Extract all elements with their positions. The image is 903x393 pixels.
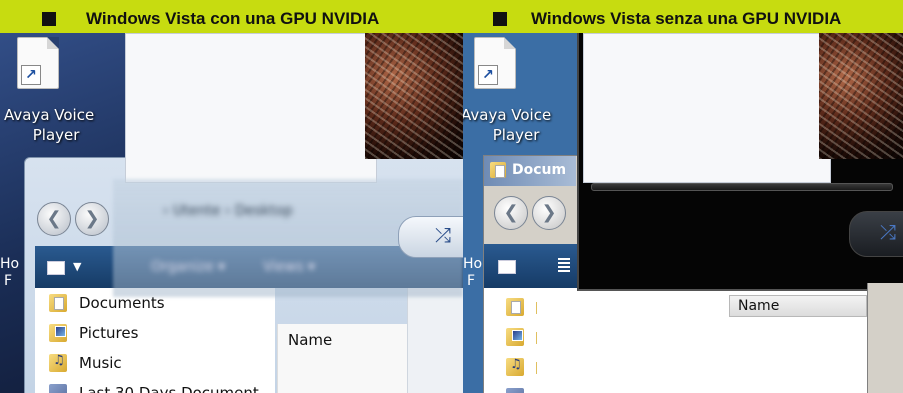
navigation-pane: Documents Pictures Music Last 30 Days Do… (35, 288, 275, 393)
music-folder-icon (49, 353, 67, 372)
vista-desktop: ↗ Avaya Voice Player Ho F ❮ ❯ ▼ Document… (0, 33, 463, 393)
side-label-line1: Ho (0, 256, 20, 272)
panel-heading-bar: Windows Vista senza una GPU NVIDIA (463, 0, 903, 33)
nav-item-label: Last 30 Days Document (79, 384, 259, 393)
panel-with-nvidia: Windows Vista con una GPU NVIDIA ↗ Avaya… (0, 0, 463, 393)
search-folder-icon[interactable] (506, 388, 524, 393)
side-label-line2: F (467, 273, 476, 289)
desktop-side-label: Ho F (463, 256, 482, 290)
folder-icon (490, 162, 506, 178)
forward-button[interactable]: ❯ (532, 196, 566, 230)
side-label-line1: Ho (463, 256, 483, 272)
nav-item-last-30-days[interactable]: Last 30 Days Document (49, 380, 259, 393)
shuffle-icon: ⤮ (880, 220, 896, 244)
player-content-area (125, 33, 377, 183)
side-label-line2: F (4, 273, 13, 289)
forward-button[interactable]: ❯ (75, 202, 109, 236)
desktop-icon-label-line2: Player (492, 126, 540, 144)
shortcut-arrow-icon: ↗ (21, 65, 41, 85)
seek-bar[interactable] (591, 183, 893, 191)
nav-item-label: Music (79, 354, 122, 372)
documents-folder-icon (49, 294, 67, 312)
pictures-folder-icon (49, 324, 67, 342)
nav-item-label: Pictures (79, 324, 139, 342)
truncated-label-marker (536, 332, 537, 344)
classic-desktop: ↗ Avaya Voice Player Ho F Docum ❮ ❯ ♫ ⤮ … (463, 33, 903, 393)
bullet-square-icon (493, 12, 507, 26)
album-art-image (819, 33, 903, 159)
views-chevron-icon[interactable]: ▼ (73, 260, 81, 273)
player-content-area (583, 33, 831, 183)
desktop-icon-label-line2: Player (32, 126, 80, 144)
views-icon[interactable] (47, 261, 65, 275)
truncated-label-marker (536, 362, 537, 374)
column-header-label: Name (738, 298, 780, 314)
nav-item-music[interactable]: Music (49, 350, 122, 376)
details-pane (407, 288, 463, 393)
bullet-square-icon (42, 12, 56, 26)
nav-item-pictures[interactable]: Pictures (49, 320, 138, 346)
search-folder-icon (49, 384, 67, 393)
explorer-side-area (867, 283, 903, 393)
file-list-pane: Name (277, 324, 408, 393)
shuffle-icon: ⤮ (435, 223, 451, 247)
desktop-icon-label-line1: Avaya Voice (4, 106, 95, 124)
back-button[interactable]: ❮ (494, 196, 528, 230)
panel-heading: Windows Vista con una GPU NVIDIA (86, 9, 380, 28)
column-header-name[interactable]: Name (288, 331, 332, 349)
blurred-address-bar: › Utente › Desktop (163, 203, 293, 219)
window-title: Docum (512, 162, 567, 178)
column-header-name[interactable]: Name (729, 295, 867, 317)
desktop-side-label: Ho F (0, 256, 19, 290)
window-titlebar[interactable]: Docum (484, 156, 576, 186)
shuffle-button[interactable]: ⤮ (398, 216, 463, 258)
blurred-organize-menu: Organize ▾ (151, 259, 226, 275)
desktop-icon-label-line1: Avaya Voice (463, 106, 552, 124)
truncated-label-marker (536, 302, 537, 314)
media-player-window[interactable]: ⤮ (577, 33, 903, 291)
shuffle-button[interactable]: ⤮ (849, 211, 903, 257)
documents-folder-icon[interactable] (506, 298, 524, 316)
avaya-file-icon[interactable]: ↗ (17, 37, 59, 89)
pictures-folder-icon[interactable] (506, 328, 524, 346)
panel-heading: Windows Vista senza una GPU NVIDIA (531, 9, 842, 28)
back-button[interactable]: ❮ (37, 202, 71, 236)
panel-heading-bar: Windows Vista con una GPU NVIDIA (0, 0, 463, 33)
views-icon[interactable] (498, 260, 516, 274)
album-art-image (365, 33, 463, 159)
media-player-window[interactable]: › Utente › Desktop Organize ▾ Views ▾ ⤮ (113, 33, 463, 297)
desktop-icon-label[interactable]: Avaya Voice Player (463, 105, 551, 145)
panel-without-nvidia: Windows Vista senza una GPU NVIDIA ↗ Ava… (463, 0, 903, 393)
desktop-icon-label[interactable]: Avaya Voice Player (4, 105, 94, 145)
blurred-views-menu: Views ▾ (263, 259, 315, 275)
details-view-icon[interactable] (558, 258, 570, 272)
shortcut-arrow-icon: ↗ (478, 65, 498, 85)
music-folder-icon[interactable] (506, 357, 524, 376)
avaya-file-icon[interactable]: ↗ (474, 37, 516, 89)
